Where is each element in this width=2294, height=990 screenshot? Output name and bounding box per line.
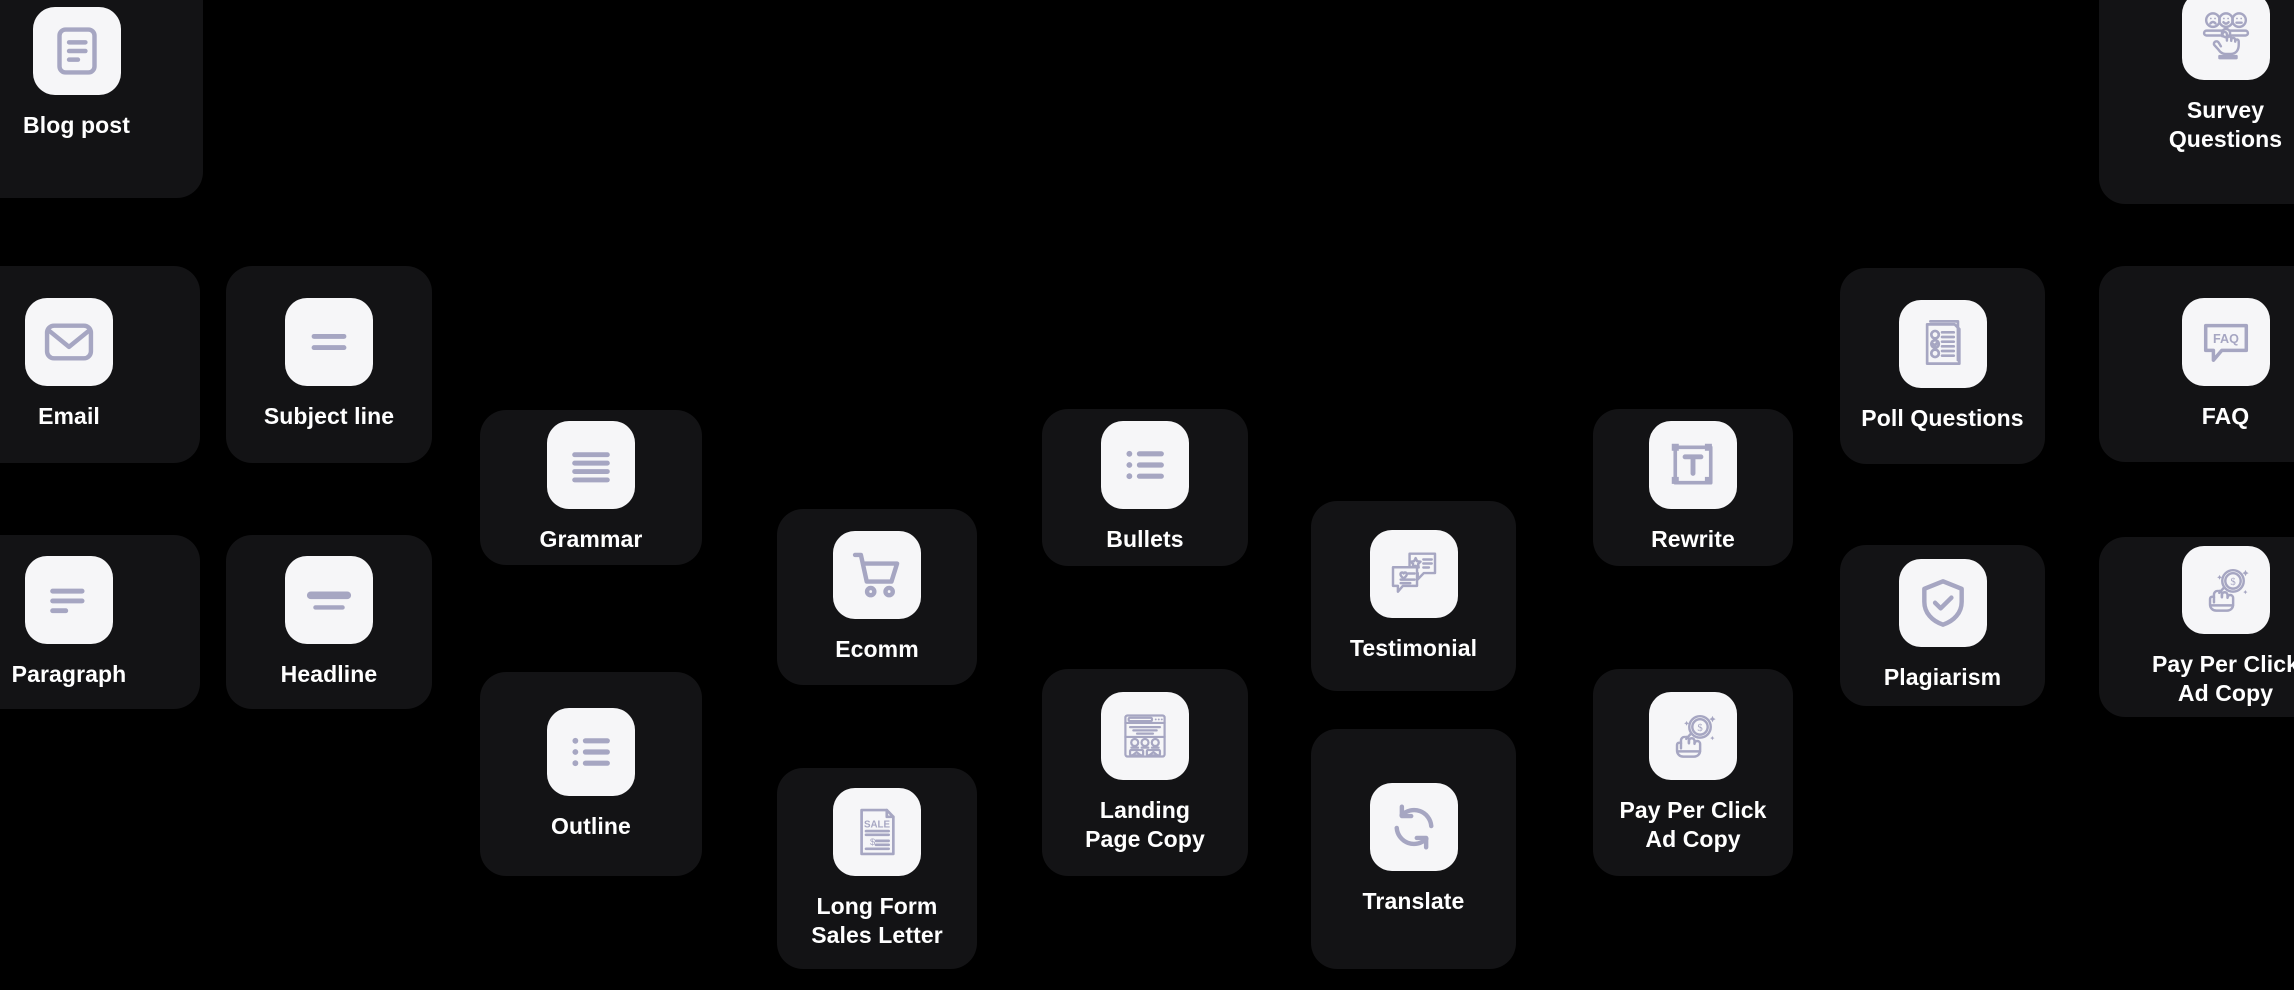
- tool-label: Pay Per Click Ad Copy: [1619, 796, 1767, 852]
- clipboard-checklist-icon: [1898, 299, 1987, 388]
- tool-label: Poll Questions: [1861, 404, 2024, 431]
- shopping-cart-icon: [833, 530, 921, 619]
- bullet-list-icon: [1101, 421, 1189, 510]
- two-thin-lines-icon: [285, 298, 373, 387]
- svg-text:SALE: SALE: [864, 819, 891, 830]
- svg-text:$: $: [2230, 576, 2236, 588]
- tool-card-survey-questions[interactable]: Survey Questions: [2099, 0, 2294, 204]
- tool-label: FAQ: [2201, 402, 2250, 429]
- svg-text:FAQ: FAQ: [2213, 331, 2239, 345]
- tool-card-ecomm[interactable]: Ecomm: [777, 509, 977, 685]
- tool-label: Paragraph: [11, 660, 127, 687]
- tool-card-grammar[interactable]: Grammar: [480, 410, 702, 565]
- tool-label: Survey Questions: [2168, 97, 2283, 152]
- testimonial-bubbles-icon: [1369, 529, 1458, 618]
- tool-card-plagiarism[interactable]: Plagiarism: [1840, 545, 2045, 706]
- headline-lines-icon: [285, 555, 373, 644]
- hand-coin-icon: $: [1649, 691, 1737, 780]
- tool-card-paragraph[interactable]: Paragraph: [0, 535, 200, 709]
- refresh-cycle-icon: [1369, 782, 1458, 871]
- tool-card-landing-page-copy[interactable]: Landing Page Copy: [1042, 669, 1248, 876]
- tools-canvas: Blog post Survey Questions Email Subject li…: [0, 0, 2294, 990]
- tool-label: Grammar: [539, 526, 643, 553]
- align-justify-icon: [547, 421, 635, 510]
- envelope-icon: [25, 298, 113, 387]
- document-lines-icon: [32, 6, 121, 95]
- sale-document-icon: SALE $: [833, 787, 921, 876]
- tool-card-headline[interactable]: Headline: [226, 535, 432, 709]
- text-bounding-box-icon: [1649, 421, 1737, 510]
- tool-card-translate[interactable]: Translate: [1311, 729, 1516, 969]
- tool-label: Rewrite: [1651, 526, 1735, 553]
- tool-label: Pay Per Click Ad Copy: [2151, 651, 2294, 706]
- align-left-icon: [25, 555, 113, 644]
- tool-label: Subject line: [263, 403, 395, 430]
- tool-card-outline[interactable]: Outline: [480, 672, 702, 876]
- survey-faces-slider-icon: [2181, 0, 2270, 81]
- faq-bubble-icon: FAQ: [2181, 297, 2270, 386]
- tool-card-bullets[interactable]: Bullets: [1042, 409, 1248, 566]
- tool-card-email[interactable]: Email: [0, 266, 200, 463]
- tool-label: Blog post: [23, 111, 130, 138]
- tool-label: Translate: [1362, 887, 1465, 914]
- tool-label: Email: [38, 403, 100, 430]
- tool-card-ppc-ad-copy-right[interactable]: $ Pay Per Click Ad Copy: [2099, 537, 2294, 717]
- webpage-wireframe-icon: [1101, 691, 1189, 780]
- svg-text:$: $: [1697, 722, 1703, 734]
- tool-label: Outline: [551, 812, 631, 839]
- tool-label: Landing Page Copy: [1085, 796, 1205, 852]
- tool-label: Ecomm: [835, 635, 919, 662]
- tool-card-subject-line[interactable]: Subject line: [226, 266, 432, 463]
- tool-label: Headline: [280, 660, 378, 687]
- outline-list-icon: [547, 707, 635, 796]
- tool-label: Plagiarism: [1883, 664, 2002, 691]
- tool-card-poll-questions[interactable]: Poll Questions: [1840, 268, 2045, 464]
- tool-card-ppc-ad-copy-mid[interactable]: $ Pay Per Click Ad Copy: [1593, 669, 1793, 876]
- tool-label: Long Form Sales Letter: [811, 892, 943, 948]
- shield-check-icon: [1898, 559, 1987, 648]
- tool-card-testimonial[interactable]: Testimonial: [1311, 501, 1516, 691]
- tool-label: Bullets: [1106, 526, 1184, 553]
- tool-card-blog-post[interactable]: Blog post: [0, 0, 203, 198]
- tool-label: Testimonial: [1349, 634, 1478, 661]
- tool-card-rewrite[interactable]: Rewrite: [1593, 409, 1793, 566]
- hand-coin-icon: $: [2181, 546, 2270, 635]
- tool-card-long-form-sales-letter[interactable]: SALE $ Long Form Sales Letter: [777, 768, 977, 969]
- tool-card-faq[interactable]: FAQ FAQ: [2099, 266, 2294, 462]
